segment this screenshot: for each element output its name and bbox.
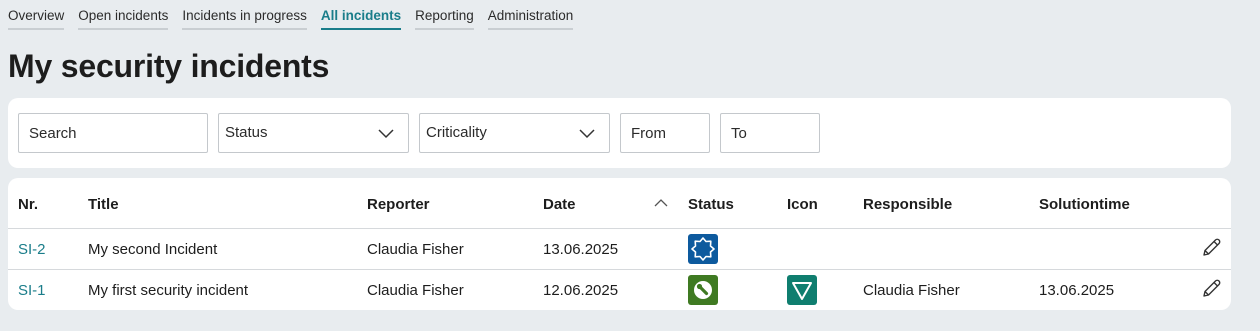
column-header-title[interactable]: Title	[88, 196, 119, 213]
tab-open-incidents[interactable]: Open incidents	[78, 7, 169, 30]
edit-pencil-icon[interactable]	[1200, 278, 1222, 300]
page-title: My security incidents	[8, 48, 330, 84]
tab-incidents-in-progress[interactable]: Incidents in progress	[182, 7, 307, 30]
incident-title: My second Incident	[88, 241, 218, 258]
triangle-down-icon	[792, 282, 812, 300]
table-row[interactable]: SI-1 My first security incident Claudia …	[8, 269, 1231, 310]
chevron-down-icon	[378, 129, 394, 139]
column-header-responsible[interactable]: Responsible	[863, 196, 952, 213]
status-badge	[688, 234, 718, 264]
column-header-solutiontime[interactable]: Solutiontime	[1039, 196, 1130, 213]
wrench-icon	[694, 281, 712, 299]
column-header-date[interactable]: Date	[543, 196, 576, 213]
gear-icon	[691, 237, 715, 261]
column-header-status[interactable]: Status	[688, 196, 734, 213]
incident-responsible: Claudia Fisher	[863, 282, 960, 299]
search-field[interactable]	[18, 113, 208, 153]
incident-solutiontime: 13.06.2025	[1039, 282, 1115, 299]
tab-reporting[interactable]: Reporting	[415, 7, 474, 30]
to-date-field[interactable]	[720, 113, 820, 153]
filter-panel: Status Criticality	[8, 98, 1231, 168]
table-row[interactable]: SI-2 My second Incident Claudia Fisher 1…	[8, 228, 1231, 269]
status-badge	[688, 275, 718, 305]
incident-number-link[interactable]: SI-2	[18, 241, 46, 258]
status-select[interactable]: Status	[218, 113, 409, 153]
column-header-nr[interactable]: Nr.	[18, 196, 38, 213]
nav-tabs: Overview Open incidents Incidents in pro…	[8, 7, 587, 30]
column-header-icon[interactable]: Icon	[787, 196, 818, 213]
incident-number-link[interactable]: SI-1	[18, 282, 46, 299]
tab-all-incidents[interactable]: All incidents	[320, 7, 402, 30]
from-date-input[interactable]	[631, 114, 709, 152]
incident-reporter: Claudia Fisher	[367, 282, 464, 299]
search-input[interactable]	[29, 114, 207, 152]
criticality-select[interactable]: Criticality	[419, 113, 610, 153]
chevron-down-icon	[579, 129, 595, 139]
from-date-field[interactable]	[620, 113, 710, 153]
to-date-input[interactable]	[731, 114, 819, 152]
tab-administration[interactable]: Administration	[487, 7, 574, 30]
column-header-reporter[interactable]: Reporter	[367, 196, 430, 213]
tab-overview[interactable]: Overview	[8, 7, 65, 30]
incident-date: 13.06.2025	[543, 241, 619, 258]
incident-title: My first security incident	[88, 282, 249, 299]
status-select-label: Status	[225, 124, 268, 141]
edit-pencil-icon[interactable]	[1200, 237, 1222, 259]
sort-ascending-icon[interactable]	[654, 198, 668, 208]
criticality-select-label: Criticality	[426, 124, 487, 141]
category-icon-badge	[787, 275, 817, 305]
incidents-table: Nr. Title Reporter Date Status Icon Resp…	[8, 178, 1231, 310]
incident-reporter: Claudia Fisher	[367, 241, 464, 258]
incident-date: 12.06.2025	[543, 282, 619, 299]
